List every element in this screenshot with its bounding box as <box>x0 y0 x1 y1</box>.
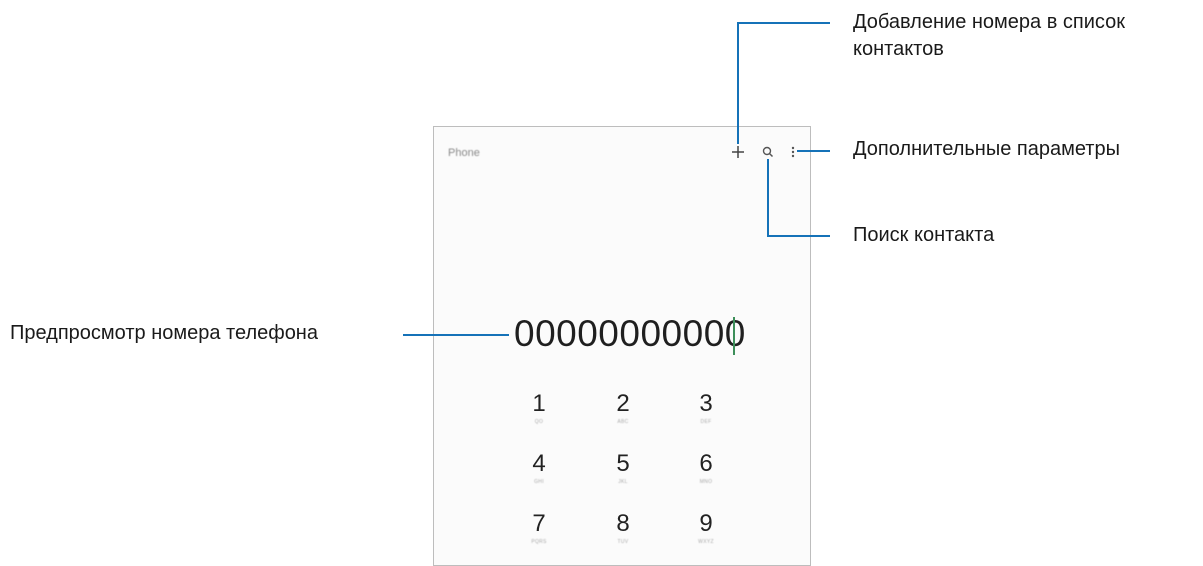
callout-line-add <box>737 22 830 24</box>
key-6[interactable]: 6 MNO <box>676 451 736 503</box>
key-1[interactable]: 1 QO <box>509 391 569 443</box>
key-digit: 2 <box>616 390 630 417</box>
callout-add-contact-line2: контактов <box>853 38 944 60</box>
key-3[interactable]: 3 DEF <box>676 391 736 443</box>
key-digit: 6 <box>699 450 713 477</box>
key-letters: WXYZ <box>698 539 714 545</box>
key-letters: MNO <box>699 479 713 485</box>
callout-number-preview: Предпросмотр номера телефона <box>10 322 318 344</box>
key-letters: DEF <box>700 419 712 425</box>
key-letters: QO <box>534 419 544 425</box>
key-8[interactable]: 8 TUV <box>593 511 653 563</box>
callout-line-add <box>737 22 739 144</box>
callout-search-contact: Поиск контакта <box>853 224 995 246</box>
key-9[interactable]: 9 WXYZ <box>676 511 736 563</box>
plus-icon[interactable] <box>727 141 749 163</box>
callout-add-contact-line1: Добавление номера в список <box>853 11 1125 33</box>
key-letters: TUV <box>617 539 629 545</box>
key-digit: 8 <box>616 510 630 537</box>
more-vertical-icon[interactable] <box>782 141 804 163</box>
phone-screen: Phone 00000000000 1 QO 2 ABC 3 DEF 4 GHI… <box>433 126 811 566</box>
key-4[interactable]: 4 GHI <box>509 451 569 503</box>
key-7[interactable]: 7 PQRS <box>509 511 569 563</box>
key-digit: 3 <box>699 390 713 417</box>
callout-line-preview <box>403 334 509 336</box>
key-digit: 9 <box>699 510 713 537</box>
key-digit: 4 <box>532 450 546 477</box>
key-letters: JKL <box>618 479 628 485</box>
callout-more-options: Дополнительные параметры <box>853 138 1120 160</box>
callout-line-more <box>797 150 830 152</box>
app-title: Phone <box>448 147 480 159</box>
callout-add-contact: Добавление номера в список контактов <box>853 9 1125 63</box>
text-cursor <box>733 317 735 355</box>
key-digit: 1 <box>532 390 546 417</box>
key-letters: PQRS <box>531 539 547 545</box>
key-letters: ABC <box>617 419 629 425</box>
key-letters: GHI <box>534 479 544 485</box>
key-digit: 5 <box>616 450 630 477</box>
callout-line-search <box>767 159 769 237</box>
key-5[interactable]: 5 JKL <box>593 451 653 503</box>
key-2[interactable]: 2 ABC <box>593 391 653 443</box>
key-digit: 7 <box>532 510 546 537</box>
phone-number-display[interactable]: 00000000000 <box>514 313 746 355</box>
callout-line-search <box>767 235 830 237</box>
